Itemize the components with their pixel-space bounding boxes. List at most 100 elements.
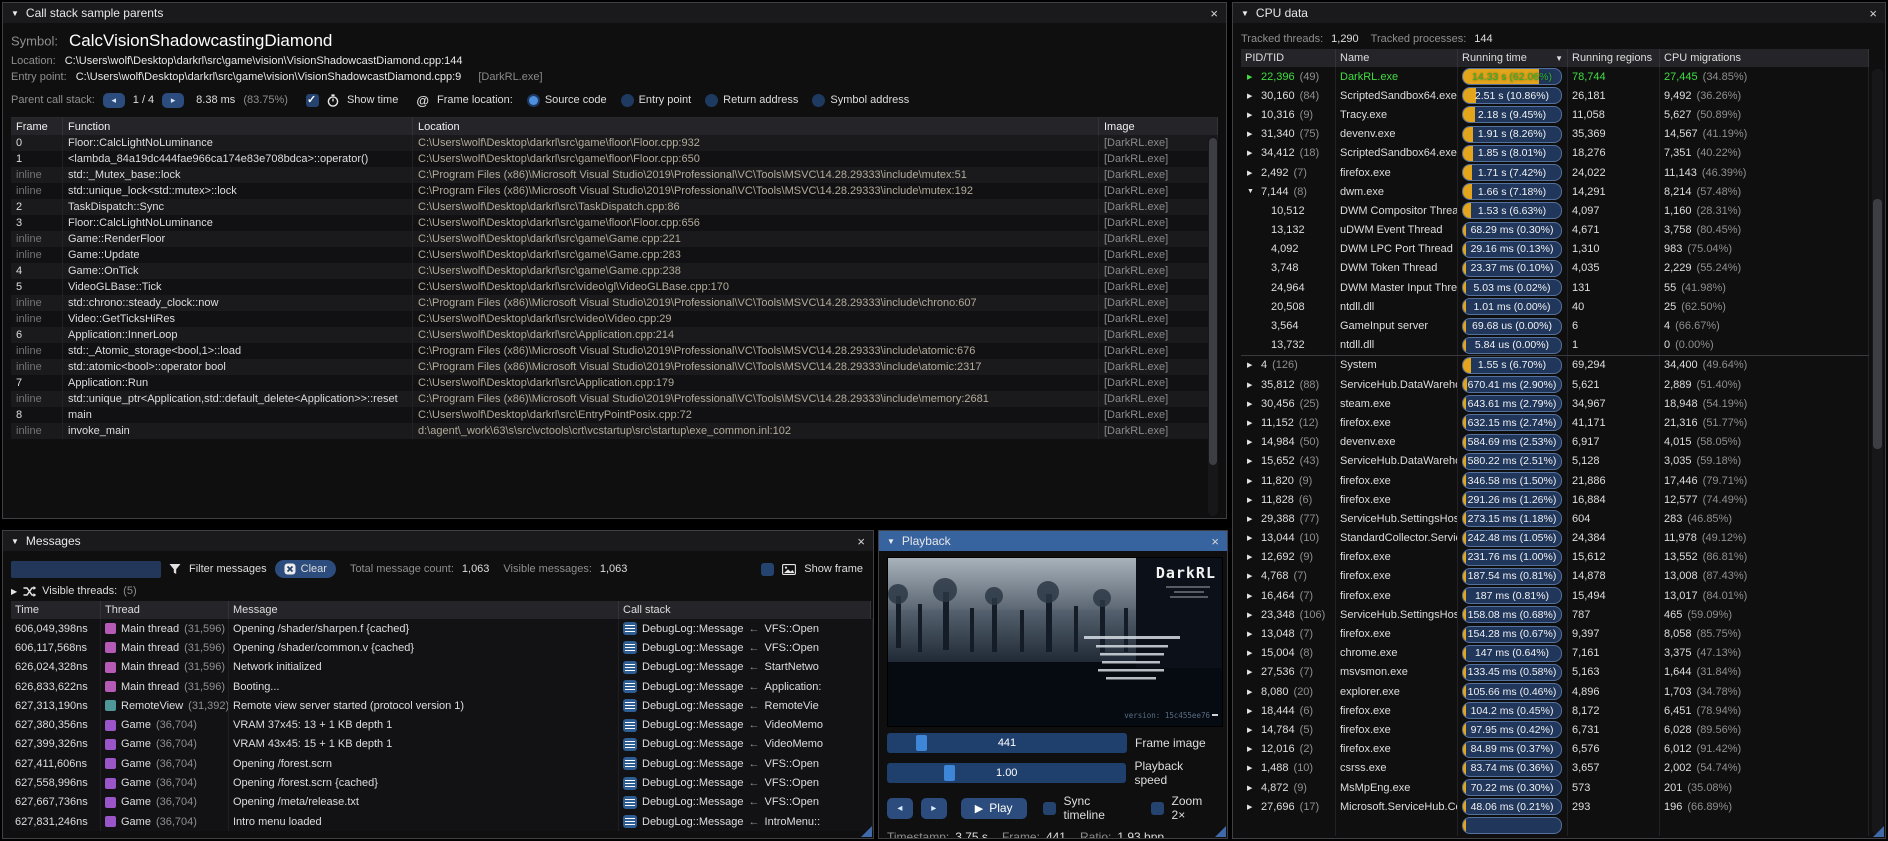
message-callstack[interactable]: DebugLog::Message←VideoMemo (619, 735, 873, 754)
pid-cell[interactable]: 24,964 (1241, 278, 1336, 297)
message-row[interactable]: 627,399,326nsGame(36,704)VRAM 43x45: 15 … (11, 735, 873, 754)
callstack-list-icon[interactable] (623, 680, 637, 693)
expand-tree-icon[interactable]: ▶ (1247, 111, 1256, 119)
message-row[interactable]: 627,411,606nsGame(36,704)Opening /forest… (11, 754, 873, 773)
callstack-frame-row[interactable]: inlinestd::_Mutex_base::lockC:\Program F… (11, 167, 1218, 183)
message-row[interactable]: 626,833,622nsMain thread(31,596)Booting.… (11, 677, 873, 696)
col-pid-tid[interactable]: PID/TID (1241, 49, 1336, 67)
radio-dot[interactable] (705, 94, 718, 107)
frame-function[interactable]: std::_Mutex_base::lock (63, 167, 413, 183)
expand-tree-icon[interactable]: ▶ (1247, 73, 1256, 81)
pid-cell[interactable]: ▶15,004(8) (1241, 644, 1336, 663)
frame-location[interactable]: C:\Program Files (x86)\Microsoft Visual … (413, 343, 1099, 359)
cpu-process-row[interactable]: ▶22,396(49)DarkRL.exe14.33 s (62.06%)78,… (1241, 67, 1869, 86)
cpu-process-row[interactable]: 24,964DWM Master Input Threa5.03 ms (0.0… (1241, 278, 1869, 297)
expand-tree-icon[interactable]: ▶ (1247, 381, 1256, 389)
pid-cell[interactable]: ▶35,812(88) (1241, 375, 1336, 394)
sync-timeline-checkbox[interactable] (1043, 802, 1056, 815)
cpu-process-row[interactable]: ▶34,412(18)ScriptedSandbox64.exe1.85 s (… (1241, 144, 1869, 163)
cpu-process-row[interactable]: ▶27,696(17)Microsoft.ServiceHub.Co48.06 … (1241, 797, 1869, 816)
frame-location[interactable]: C:\Users\wolf\Desktop\darkrl\src\game\fl… (413, 215, 1099, 231)
frame-location[interactable]: C:\Program Files (x86)\Microsoft Visual … (413, 359, 1099, 375)
expand-tree-icon[interactable]: ▶ (1247, 592, 1256, 600)
frame-location[interactable]: C:\Users\wolf\Desktop\darkrl\src\EntryPo… (413, 407, 1099, 423)
expand-tree-icon[interactable]: ▶ (1247, 149, 1256, 157)
callstack-list-icon[interactable] (623, 699, 637, 712)
callstack-list-icon[interactable] (623, 641, 637, 654)
clear-button[interactable]: Clear (275, 560, 336, 578)
message-row[interactable]: 627,558,996nsGame(36,704)Opening /forest… (11, 773, 873, 792)
frame-image-slider[interactable]: 441 (887, 733, 1127, 753)
cpu-process-row[interactable]: ▶16,464(7)firefox.exe187 ms (0.81%)15,49… (1241, 586, 1869, 605)
frame-function[interactable]: Game::Update (63, 247, 413, 263)
callstack-frame-row[interactable]: 8mainC:\Users\wolf\Desktop\darkrl\src\En… (11, 407, 1218, 423)
callstack-frame-row[interactable]: 1<lambda_84a19dc444fae966ca174e83e708bdc… (11, 151, 1218, 167)
close-icon[interactable]: × (1869, 7, 1877, 20)
cpu-process-row[interactable]: ▶14,984(50)devenv.exe584.69 ms (2.53%)6,… (1241, 433, 1869, 452)
frame-function[interactable]: main (63, 407, 413, 423)
cpu-process-row[interactable]: ▼7,144(8)dwm.exe1.66 s (7.18%)14,2918,21… (1241, 182, 1869, 201)
collapse-icon[interactable]: ▼ (11, 9, 19, 18)
cpu-process-row[interactable]: ▶13,044(10)StandardCollector.Servic242.4… (1241, 529, 1869, 548)
pid-cell[interactable]: ▶14,984(50) (1241, 433, 1336, 452)
pid-cell[interactable]: ▶10,316(9) (1241, 105, 1336, 124)
frame-location[interactable]: C:\Program Files (x86)\Microsoft Visual … (413, 183, 1099, 199)
cpu-process-row[interactable]: ▶13,048(7)firefox.exe154.28 ms (0.67%)9,… (1241, 624, 1869, 643)
expand-tree-icon[interactable]: ▶ (1247, 169, 1256, 177)
next-frame-button[interactable]: ▸ (921, 798, 947, 819)
pid-cell[interactable]: ▶30,160(84) (1241, 86, 1336, 105)
frame-function[interactable]: invoke_main (63, 423, 413, 439)
pid-cell[interactable]: ▶8,080(20) (1241, 682, 1336, 701)
frame-location[interactable]: C:\Users\wolf\Desktop\darkrl\src\Applica… (413, 375, 1099, 391)
cpu-process-row[interactable]: ▶14,784(5)firefox.exe97.95 ms (0.42%)6,7… (1241, 720, 1869, 739)
callstack-list-icon[interactable] (623, 661, 637, 674)
expand-tree-icon[interactable]: ▶ (1247, 92, 1256, 100)
callstack-frame-row[interactable]: inlinestd::unique_lock<std::mutex>::lock… (11, 183, 1218, 199)
slider-grab[interactable] (944, 765, 955, 781)
pid-cell[interactable]: ▶11,152(12) (1241, 413, 1336, 432)
resize-grip[interactable] (1215, 826, 1226, 837)
frame-function[interactable]: Game::RenderFloor (63, 231, 413, 247)
cpu-process-row[interactable]: ▶31,340(75)devenv.exe1.91 s (8.26%)35,36… (1241, 125, 1869, 144)
pid-cell[interactable]: ▶13,048(7) (1241, 624, 1336, 643)
callstack-frame-row[interactable]: 5VideoGLBase::TickC:\Users\wolf\Desktop\… (11, 279, 1218, 295)
frame-function[interactable]: Application::Run (63, 375, 413, 391)
cpu-process-row[interactable]: ▶4,872(9)MsMpEng.exe70.22 ms (0.30%)5732… (1241, 778, 1869, 797)
resize-grip[interactable] (1873, 826, 1884, 837)
message-callstack[interactable]: DebugLog::Message←IntroMenu:: (619, 812, 873, 831)
frame-location[interactable]: d:\agent\_work\63\s\src\vctools\crt\vcst… (413, 423, 1099, 439)
pid-cell[interactable]: ▶11,820(9) (1241, 471, 1336, 490)
message-row[interactable]: 626,024,328nsMain thread(31,596)Network … (11, 658, 873, 677)
cpu-process-row[interactable]: 3,564GameInput server69.68 us (0.00%)64(… (1241, 316, 1869, 335)
cpu-process-row[interactable]: ▶12,692(9)firefox.exe231.76 ms (1.00%)15… (1241, 548, 1869, 567)
frame-function[interactable]: std::chrono::steady_clock::now (63, 295, 413, 311)
cpu-process-row[interactable]: ▶35,812(88)ServiceHub.DataWarehou670.41 … (1241, 375, 1869, 394)
cpu-process-row[interactable]: ▶23,348(106)ServiceHub.SettingsHost158.0… (1241, 605, 1869, 624)
expand-tree-icon[interactable]: ▶ (1247, 668, 1256, 676)
callstack-frame-row[interactable]: inlinestd::chrono::steady_clock::nowC:\P… (11, 295, 1218, 311)
pid-cell[interactable]: 4,092 (1241, 240, 1336, 259)
callstack-list-icon[interactable] (623, 738, 637, 751)
callstack-list-icon[interactable] (623, 719, 637, 732)
close-icon[interactable]: × (1211, 535, 1219, 548)
collapse-icon[interactable]: ▼ (11, 537, 19, 546)
callstack-frame-row[interactable]: 3Floor::CalcLightNoLuminanceC:\Users\wol… (11, 215, 1218, 231)
cpu-process-row[interactable]: 20,508ntdll.dll1.01 ms (0.00%)4025(62.50… (1241, 297, 1869, 316)
pid-cell[interactable]: ▶15,652(43) (1241, 452, 1336, 471)
message-row[interactable]: 627,831,246nsGame(36,704)Intro menu load… (11, 812, 873, 831)
frame-location[interactable]: C:\Users\wolf\Desktop\darkrl\src\game\fl… (413, 151, 1099, 167)
frame-location[interactable]: C:\Users\wolf\Desktop\darkrl\src\Applica… (413, 327, 1099, 343)
frame-function[interactable]: Game::OnTick (63, 263, 413, 279)
message-callstack[interactable]: DebugLog::Message←VFS::Open (619, 793, 873, 812)
frame-location[interactable]: C:\Program Files (x86)\Microsoft Visual … (413, 295, 1099, 311)
prev-callstack-button[interactable]: ◂ (103, 93, 125, 108)
next-callstack-button[interactable]: ▸ (162, 93, 184, 108)
pid-cell[interactable]: ▶16,464(7) (1241, 586, 1336, 605)
expand-tree-icon[interactable]: ▶ (1247, 515, 1256, 523)
cpu-process-row[interactable]: ▶1,488(10)csrss.exe83.74 ms (0.36%)3,657… (1241, 759, 1869, 778)
frame-function[interactable]: Video::GetTicksHiRes (63, 311, 413, 327)
cpu-process-row[interactable]: ▶30,160(84)ScriptedSandbox64.exe2.51 s (… (1241, 86, 1869, 105)
expand-tree-icon[interactable]: ▶ (1247, 400, 1256, 408)
message-row[interactable]: 606,049,398nsMain thread(31,596)Opening … (11, 619, 873, 638)
frame-location[interactable]: C:\Users\wolf\Desktop\darkrl\src\game\Ga… (413, 231, 1099, 247)
